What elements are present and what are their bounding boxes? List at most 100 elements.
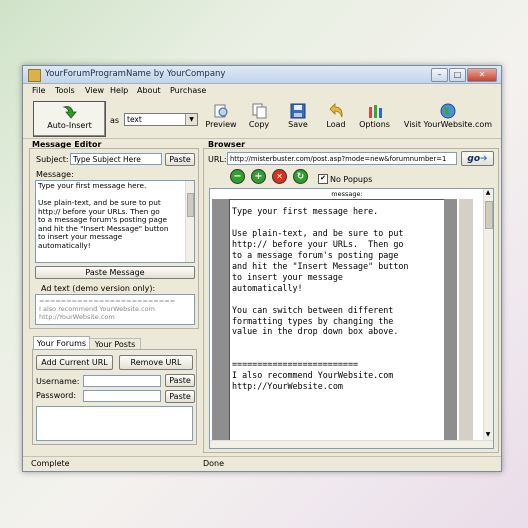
subject-paste-button[interactable]: Paste [165,153,195,166]
password-label: Password: [36,391,77,400]
page-left-margin [212,199,229,441]
url-label: URL: [208,155,227,164]
textarea-scrollbar[interactable] [459,199,473,441]
load-label: Load [326,120,346,129]
tools-icon [368,105,382,118]
toolbar: Auto-Insert as text ▼ Preview Copy Save … [23,98,501,139]
format-select[interactable]: text ▼ [124,113,198,126]
text-line: Use plain-text, and be sure to put [232,227,404,238]
ad-text-label: Ad text (demo version only): [41,284,156,293]
paste-message-button[interactable]: Paste Message [35,266,195,279]
load-button[interactable]: Load [322,101,350,135]
options-label: Options [359,120,390,129]
scroll-thumb[interactable] [485,201,493,229]
text-line: http://YourWebsite.com [39,313,115,321]
preview-icon [214,104,228,118]
text-line: to insert your message [232,271,343,282]
scroll-thumb[interactable] [187,193,194,217]
text-line: ========================= [232,359,359,370]
add-current-url-button[interactable]: Add Current URL [36,355,113,370]
auto-insert-button[interactable]: Auto-Insert [33,101,106,137]
username-input[interactable] [83,375,161,387]
text-line: http:// before your URLs. Then go [232,238,404,249]
text-line: formatting types by changing the [232,315,394,326]
menu-help[interactable]: Help [110,86,128,95]
visit-website-button[interactable]: Visit YourWebsite.com [401,101,495,135]
preview-label: Preview [205,120,237,129]
ad-text: ========================= I also recommen… [36,295,194,321]
forums-list[interactable] [36,406,193,441]
copy-label: Copy [248,120,270,129]
minimize-button[interactable]: – [431,68,448,82]
text-line: automatically! [38,240,91,250]
message-label: Message: [36,170,74,179]
close-button[interactable]: ✕ [467,68,497,82]
browser-scrollbar[interactable]: ▲ ▼ [483,189,493,448]
url-input[interactable]: http://misterbuster.com/post.asp?mode=ne… [227,152,457,165]
browser-view: message: Type your first message here. U… [209,188,494,449]
scroll-down-icon[interactable]: ▼ [484,431,492,440]
auto-insert-label: Auto-Insert [47,121,92,130]
floppy-disk-icon [290,103,306,119]
password-paste-button[interactable]: Paste [165,390,195,403]
text-line: I also recommend YourWebsite.com [39,305,155,313]
copy-button[interactable]: Copy [245,101,273,135]
arrow-down-icon [61,106,77,119]
as-label: as [110,116,120,125]
zoom-out-icon[interactable]: − [230,169,245,184]
text-line: value in the drop down box above. [232,326,399,337]
status-right: Done [203,459,225,468]
preview-button[interactable]: Preview [204,101,238,135]
username-label: Username: [36,377,80,386]
menu-tools[interactable]: Tools [55,86,75,95]
menu-file[interactable]: File [32,86,45,95]
message-textarea[interactable]: Type your first message here. Use plain-… [35,180,195,263]
chevron-down-icon: ▼ [185,114,197,125]
posting-textarea[interactable]: Type your first message here. Use plain-… [229,199,446,441]
text-line: ========================= [39,297,176,305]
tab-your-forums[interactable]: Your Forums [33,336,90,350]
text-line: You can switch between different [232,304,394,315]
menu-about[interactable]: About [137,86,161,95]
page-right-margin [444,199,457,441]
format-select-value: text [127,115,142,124]
window-title: YourForumProgramName by YourCompany [45,69,226,79]
ad-text-box: ========================= I also recommen… [35,294,195,325]
menu-bar: File Tools View Help About Purchase [23,84,501,97]
app-window: YourForumProgramName by YourCompany – □ … [22,65,502,472]
message-scrollbar[interactable] [185,181,194,262]
no-popups-checkbox[interactable]: ✔ [318,174,328,184]
scroll-up-icon[interactable]: ▲ [484,189,492,198]
status-bar: Complete Done [23,456,501,471]
globe-icon [440,103,456,119]
maximize-button[interactable]: □ [449,68,466,82]
text-line: Type your first message here. [38,181,147,190]
page-header: message: [331,190,363,198]
message-text: Type your first message here. Use plain-… [36,181,194,250]
text-line [232,217,445,228]
subject-label: Subject: [36,155,69,164]
posting-text: Type your first message here. Use plain-… [230,200,445,392]
url-value: http://misterbuster.com/post.asp?mode=ne… [230,155,447,163]
text-line: automatically! [232,282,303,293]
subject-placeholder: Type Subject Here [73,155,141,164]
remove-url-button[interactable]: Remove URL [119,355,193,370]
zoom-in-icon[interactable]: + [251,169,266,184]
options-button[interactable]: Options [357,101,392,135]
username-paste-button[interactable]: Paste [165,374,195,387]
password-input[interactable] [83,390,161,402]
subject-input[interactable]: Type Subject Here [70,153,162,165]
copy-icon [252,103,267,119]
text-line: to a message forum's posting page [232,249,399,260]
title-bar: YourForumProgramName by YourCompany – □ … [23,66,501,84]
text-line [232,348,445,359]
menu-purchase[interactable]: Purchase [170,86,206,95]
undo-arrow-icon [329,103,343,118]
go-button[interactable]: go➔ [461,151,494,166]
menu-view[interactable]: View [85,86,104,95]
app-icon [28,69,41,82]
browser-hscrollbar[interactable] [210,440,493,448]
refresh-icon[interactable]: ↻ [293,169,308,184]
stop-icon[interactable]: ✕ [272,169,287,184]
save-button[interactable]: Save [284,101,312,135]
